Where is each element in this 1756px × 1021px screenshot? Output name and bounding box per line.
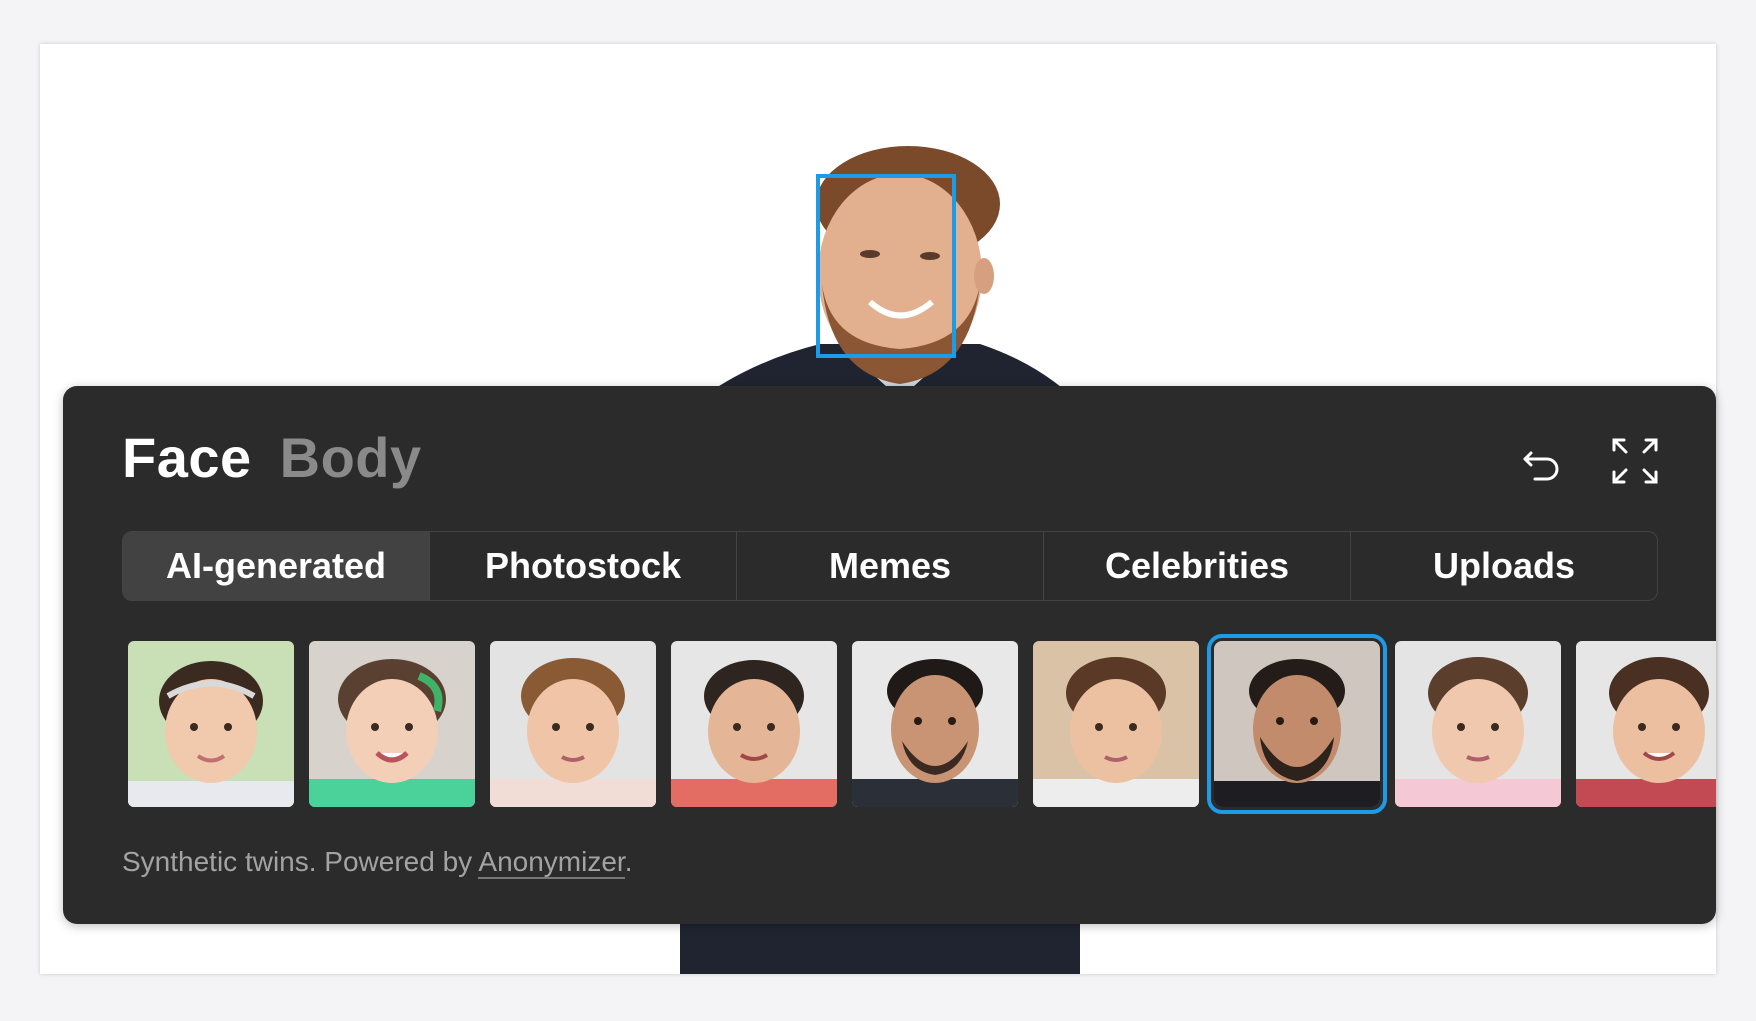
footer-prefix: Synthetic twins. Powered by xyxy=(122,846,479,877)
tab-memes[interactable]: Memes xyxy=(736,532,1043,600)
mode-tabs: Face Body xyxy=(122,426,422,490)
fullscreen-icon xyxy=(1612,438,1658,484)
tab-body[interactable]: Body xyxy=(280,426,422,490)
tab-uploads[interactable]: Uploads xyxy=(1350,532,1657,600)
footer-note: Synthetic twins. Powered by Anonymizer. xyxy=(122,846,633,879)
undo-button[interactable] xyxy=(1514,434,1568,488)
face-detection-box[interactable] xyxy=(816,174,956,358)
face-swap-panel: Face Body AI-generated Photostock Memes … xyxy=(63,386,1716,924)
tab-celebrities[interactable]: Celebrities xyxy=(1043,532,1350,600)
anonymizer-link[interactable]: Anonymizer xyxy=(478,846,625,879)
tab-photostock[interactable]: Photostock xyxy=(429,532,736,600)
face-thumbnail-strip xyxy=(128,634,1716,814)
face-thumbnail[interactable] xyxy=(671,641,837,807)
face-thumbnail-selected[interactable] xyxy=(1207,634,1387,814)
source-tabs: AI-generated Photostock Memes Celebritie… xyxy=(122,531,1658,601)
undo-icon xyxy=(1523,451,1559,481)
face-thumbnail[interactable] xyxy=(852,641,1018,807)
face-thumbnail[interactable] xyxy=(309,641,475,807)
footer-suffix: . xyxy=(624,846,633,877)
face-thumbnail[interactable] xyxy=(490,641,656,807)
face-thumbnail[interactable] xyxy=(1576,641,1716,807)
tab-ai-generated[interactable]: AI-generated xyxy=(123,532,429,600)
tab-face[interactable]: Face xyxy=(122,426,252,490)
face-thumbnail[interactable] xyxy=(1033,641,1199,807)
fullscreen-button[interactable] xyxy=(1608,434,1662,488)
face-thumbnail[interactable] xyxy=(128,641,294,807)
face-thumbnail[interactable] xyxy=(1395,641,1561,807)
